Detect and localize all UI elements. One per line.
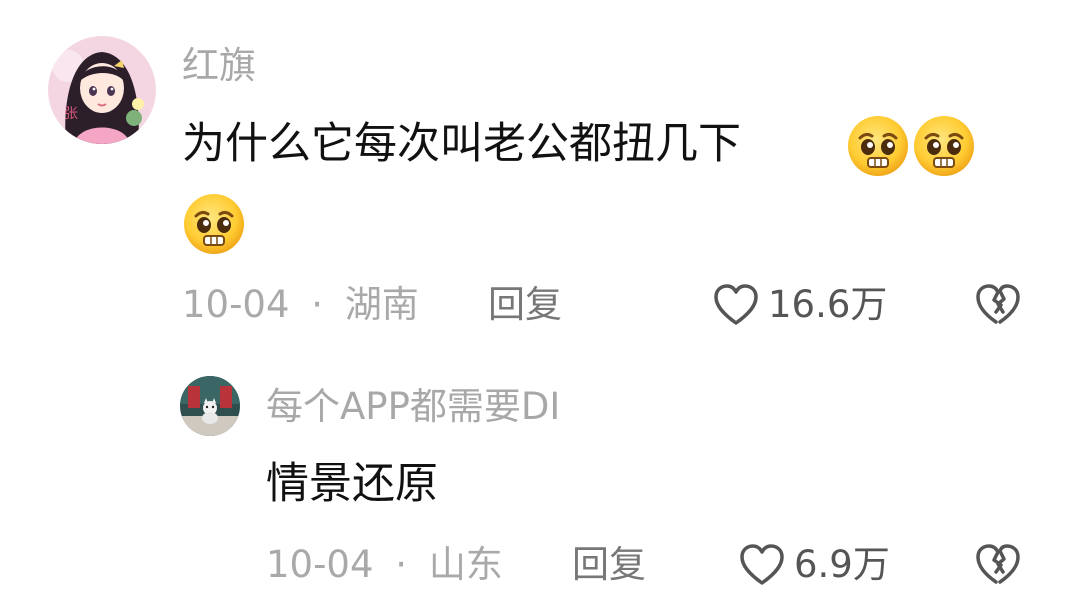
meta-separator: · <box>311 283 324 326</box>
reply-date: 10-04 <box>266 543 374 586</box>
commenter-avatar[interactable]: 张 <box>48 36 156 144</box>
svg-text:张: 张 <box>64 106 78 122</box>
comment-date: 10-04 <box>182 283 290 326</box>
like-button[interactable]: 6.9万 <box>738 542 890 588</box>
like-count: 16.6万 <box>768 283 888 326</box>
reply-button[interactable]: 回复 <box>488 282 562 328</box>
replier-username[interactable]: 每个APP都需要DI <box>266 385 560 429</box>
replier-avatar[interactable] <box>180 376 240 436</box>
pleading-face-emoji <box>846 114 910 178</box>
broken-heart-icon[interactable] <box>974 542 1022 588</box>
reply-location: 山东 <box>428 543 503 586</box>
like-count: 6.9万 <box>794 543 890 586</box>
reply-text: 情景还原 <box>266 459 438 509</box>
heart-outline-icon <box>712 283 760 327</box>
broken-heart-icon[interactable] <box>974 282 1022 328</box>
reply-meta: 10-04 · 山东 <box>266 542 503 588</box>
heart-outline-icon <box>738 543 786 587</box>
comment-text: 为什么它每次叫老公都扭几下 <box>182 119 741 169</box>
comment-meta: 10-04 · 湖南 <box>182 282 419 328</box>
like-button[interactable]: 16.6万 <box>712 282 887 328</box>
comment-location: 湖南 <box>344 283 419 326</box>
commenter-username[interactable]: 红旗 <box>182 44 256 88</box>
pleading-face-emoji <box>912 114 976 178</box>
reply-button[interactable]: 回复 <box>572 542 646 588</box>
pleading-face-emoji <box>182 192 246 256</box>
meta-separator: · <box>395 543 408 586</box>
